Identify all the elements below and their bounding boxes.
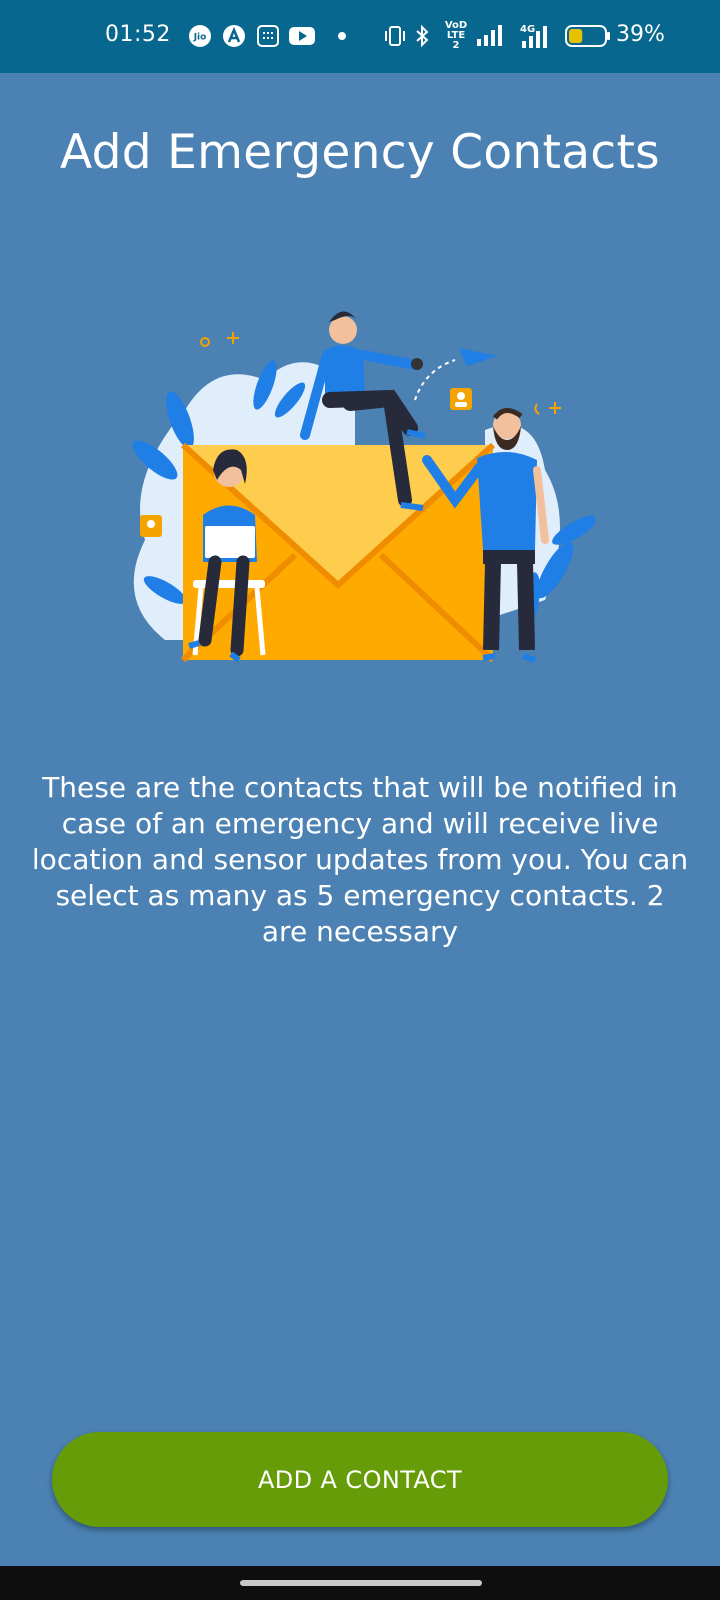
jio-icon: Jio — [188, 24, 212, 48]
signal-icon — [476, 25, 502, 47]
youtube-icon — [289, 26, 315, 46]
dot-icon — [338, 32, 346, 40]
status-bar: 01:52 Jio VoD LTE2 4G 39% — [0, 0, 720, 73]
bluetooth-icon — [414, 24, 430, 48]
page-title: Add Emergency Contacts — [60, 125, 660, 180]
emergency-contacts-illustration — [125, 300, 598, 690]
svg-text:Jio: Jio — [193, 33, 207, 43]
home-gesture-handle[interactable] — [240, 1580, 482, 1586]
svg-text:4G: 4G — [520, 24, 535, 35]
description-text: These are the contacts that will be noti… — [31, 771, 689, 948]
add-contact-button[interactable]: ADD A CONTACT — [52, 1432, 668, 1527]
vibrate-icon — [383, 25, 407, 47]
volte-icon: VoD LTE2 — [444, 20, 468, 51]
app-a-icon — [222, 24, 246, 48]
battery-percent: 39% — [616, 22, 665, 47]
navigation-bar — [0, 1566, 720, 1600]
calendar-icon — [256, 24, 280, 48]
battery-icon — [565, 25, 611, 47]
signal-4g-icon: 4G — [520, 23, 552, 49]
status-time: 01:52 — [105, 22, 171, 47]
